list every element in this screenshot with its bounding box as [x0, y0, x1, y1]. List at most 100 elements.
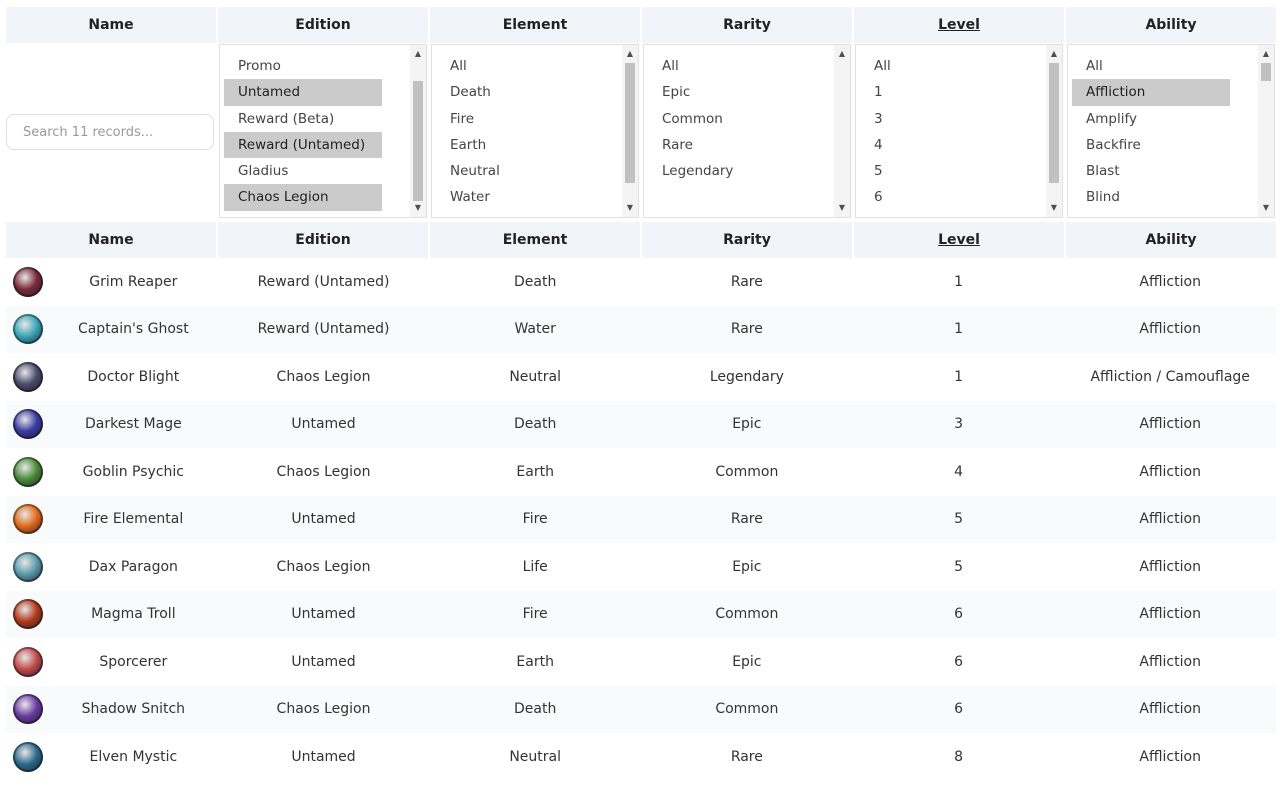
- cell-edition: Chaos Legion: [276, 368, 371, 385]
- ability-option[interactable]: Blast: [1072, 158, 1214, 184]
- header-name[interactable]: Name: [6, 7, 216, 43]
- edition-option[interactable]: Promo: [224, 53, 366, 79]
- column-header-name[interactable]: Name: [6, 222, 216, 258]
- table-row[interactable]: Grim Reaper Reward (Untamed) Death Rare 1 Aff…: [6, 258, 1276, 306]
- edition-option[interactable]: Reward (Untamed): [224, 131, 382, 159]
- rarity-option[interactable]: All: [648, 53, 790, 79]
- scroll-down-arrow-icon[interactable]: ▼: [622, 201, 638, 215]
- rarity-option[interactable]: Epic: [648, 79, 790, 105]
- scroll-thumb[interactable]: [1049, 63, 1059, 183]
- cell-ability: Affliction: [1139, 511, 1201, 528]
- element-option[interactable]: Neutral: [436, 158, 578, 184]
- table-row[interactable]: Captain's Ghost Reward (Untamed) Water Rare…: [6, 305, 1276, 353]
- scroll-thumb[interactable]: [1261, 63, 1271, 81]
- column-header-rarity[interactable]: Rarity: [642, 222, 852, 258]
- element-option[interactable]: Death: [436, 79, 578, 105]
- cell-rarity: Common: [715, 701, 779, 718]
- element-option[interactable]: All: [436, 53, 578, 79]
- scroll-up-arrow-icon[interactable]: ▲: [622, 47, 638, 61]
- rarity-scrollbar[interactable]: ▲ ▼: [834, 45, 850, 217]
- cell-rarity: Rare: [730, 511, 763, 528]
- scroll-down-arrow-icon[interactable]: ▼: [410, 201, 426, 215]
- column-header-ability[interactable]: Ability: [1066, 222, 1276, 258]
- table-row[interactable]: Elven Mystic Untamed Neutral Rare 8 Afflictio…: [6, 733, 1276, 781]
- table-row[interactable]: Doctor Blight Chaos Legion Neutral Legendar…: [6, 353, 1276, 401]
- edition-scrollbar[interactable]: ▲ ▼: [410, 45, 426, 217]
- ability-listbox[interactable]: All Affliction Amplify Backfire Blast Bl…: [1067, 44, 1275, 218]
- table-row[interactable]: Sporcerer Untamed Earth Epic 6 Affliction: [6, 638, 1276, 686]
- header-ability[interactable]: Ability: [1066, 7, 1276, 43]
- table-row[interactable]: Darkest Mage Untamed Death Epic 3 Affliction: [6, 400, 1276, 448]
- level-option[interactable]: 3: [860, 106, 1002, 132]
- level-listbox[interactable]: All 1 3 4 5 6 ▲ ▼: [855, 44, 1063, 218]
- level-option[interactable]: 5: [860, 158, 1002, 184]
- edition-listbox[interactable]: Promo Untamed Reward (Beta) Reward (Unta…: [219, 44, 427, 218]
- cell-rarity: Common: [715, 606, 779, 623]
- element-scrollbar[interactable]: ▲ ▼: [622, 45, 638, 217]
- cell-name: Doctor Blight: [6, 361, 218, 392]
- level-option[interactable]: All: [860, 53, 1002, 79]
- table-row[interactable]: Dax Paragon Chaos Legion Life Epic 5 Afflicti…: [6, 543, 1276, 591]
- scroll-down-arrow-icon[interactable]: ▼: [834, 201, 850, 215]
- element-option[interactable]: Fire: [436, 106, 578, 132]
- ability-option[interactable]: All: [1072, 53, 1214, 79]
- scroll-up-arrow-icon[interactable]: ▲: [834, 47, 850, 61]
- cell-rarity: Epic: [732, 416, 762, 433]
- rarity-listbox[interactable]: All Epic Common Rare Legendary ▲ ▼: [643, 44, 851, 218]
- scroll-down-arrow-icon[interactable]: ▼: [1258, 201, 1274, 215]
- filter-rarity: All Epic Common Rare Legendary ▲ ▼: [642, 44, 852, 218]
- ability-option[interactable]: Amplify: [1072, 106, 1214, 132]
- edition-option[interactable]: Chaos Legion: [224, 184, 382, 211]
- cell-rarity: Rare: [730, 273, 763, 290]
- cell-name: Darkest Mage: [6, 409, 218, 440]
- edition-option[interactable]: Gladius: [224, 158, 366, 184]
- cell-level: 8: [954, 748, 963, 765]
- cell-rarity: Rare: [730, 748, 763, 765]
- cell-element: Earth: [516, 463, 554, 480]
- column-header-edition[interactable]: Edition: [218, 222, 428, 258]
- card-name: Magma Troll: [91, 606, 176, 623]
- search-input[interactable]: [6, 114, 214, 150]
- ability-option[interactable]: Blind: [1072, 184, 1214, 210]
- ability-option[interactable]: Backfire: [1072, 132, 1214, 158]
- table-row[interactable]: Shadow Snitch Chaos Legion Death Common 6 Aff…: [6, 685, 1276, 733]
- cell-edition: Chaos Legion: [276, 701, 371, 718]
- scroll-up-arrow-icon[interactable]: ▲: [1046, 47, 1062, 61]
- table-row[interactable]: Fire Elemental Untamed Fire Rare 5 Affliction: [6, 495, 1276, 543]
- element-option[interactable]: Earth: [436, 132, 578, 158]
- card-avatar: [13, 646, 43, 677]
- level-option[interactable]: 6: [860, 184, 1002, 210]
- rarity-option[interactable]: Rare: [648, 132, 790, 158]
- edition-option[interactable]: Untamed: [224, 79, 382, 106]
- ability-option[interactable]: Affliction: [1072, 79, 1230, 106]
- scroll-down-arrow-icon[interactable]: ▼: [1046, 201, 1062, 215]
- card-name: Sporcerer: [99, 653, 168, 670]
- cell-name: Captain's Ghost: [6, 314, 218, 345]
- level-scrollbar[interactable]: ▲ ▼: [1046, 45, 1062, 217]
- scroll-thumb[interactable]: [413, 81, 423, 201]
- header-edition[interactable]: Edition: [218, 7, 428, 43]
- scroll-up-arrow-icon[interactable]: ▲: [410, 47, 426, 61]
- card-name: Goblin Psychic: [82, 463, 184, 480]
- rarity-option[interactable]: Common: [648, 106, 790, 132]
- rarity-option[interactable]: Legendary: [648, 158, 790, 184]
- card-name: Fire Elemental: [83, 511, 184, 528]
- table-row[interactable]: Magma Troll Untamed Fire Common 6 Affliction: [6, 590, 1276, 638]
- header-level[interactable]: Level: [854, 7, 1064, 43]
- header-element[interactable]: Element: [430, 7, 640, 43]
- cell-name: Goblin Psychic: [6, 456, 218, 487]
- ability-scrollbar[interactable]: ▲ ▼: [1258, 45, 1274, 217]
- table-body: Grim Reaper Reward (Untamed) Death Rare 1 Aff…: [6, 258, 1276, 781]
- level-option[interactable]: 1: [860, 79, 1002, 105]
- cell-edition: Untamed: [291, 511, 356, 528]
- column-header-element[interactable]: Element: [430, 222, 640, 258]
- element-listbox[interactable]: All Death Fire Earth Neutral Water ▲ ▼: [431, 44, 639, 218]
- edition-option[interactable]: Reward (Beta): [224, 106, 366, 132]
- column-header-level[interactable]: Level: [854, 222, 1064, 258]
- scroll-up-arrow-icon[interactable]: ▲: [1258, 47, 1274, 61]
- scroll-thumb[interactable]: [625, 63, 635, 183]
- header-rarity[interactable]: Rarity: [642, 7, 852, 43]
- table-row[interactable]: Goblin Psychic Chaos Legion Earth Common 4 Af…: [6, 448, 1276, 496]
- level-option[interactable]: 4: [860, 132, 1002, 158]
- element-option[interactable]: Water: [436, 184, 578, 210]
